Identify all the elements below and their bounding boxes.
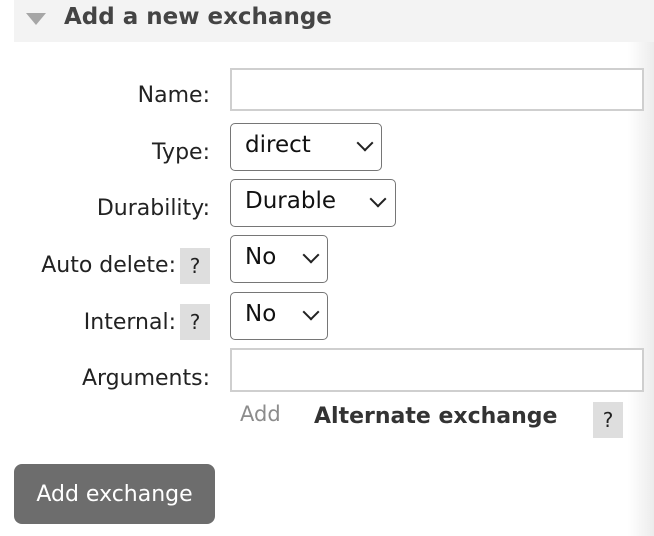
chevron-down-icon xyxy=(369,190,387,208)
durability-select[interactable]: Durable xyxy=(230,179,396,227)
chevron-down-icon xyxy=(356,134,374,152)
auto-delete-label: Auto delete: xyxy=(41,253,176,278)
section-title: Add a new exchange xyxy=(64,4,332,30)
add-exchange-button[interactable]: Add exchange xyxy=(14,464,215,524)
alternate-exchange-help-button[interactable]: ? xyxy=(593,402,623,438)
triangle-down-icon[interactable] xyxy=(26,13,46,25)
name-input[interactable] xyxy=(230,68,644,111)
auto-delete-select-value: No xyxy=(245,244,277,270)
chevron-down-icon xyxy=(302,246,320,264)
alternate-exchange-link[interactable]: Alternate exchange xyxy=(314,404,557,429)
internal-help-button[interactable]: ? xyxy=(180,304,210,340)
internal-select[interactable]: No xyxy=(230,292,328,340)
chevron-down-icon xyxy=(302,303,320,321)
add-exchange-page: Add a new exchange Name: Type: direct Du… xyxy=(0,0,654,536)
auto-delete-help-button[interactable]: ? xyxy=(180,248,210,284)
type-select-value: direct xyxy=(245,132,311,158)
auto-delete-select[interactable]: No xyxy=(230,235,328,283)
internal-label: Internal: xyxy=(83,310,176,335)
add-argument-link[interactable]: Add xyxy=(240,402,281,426)
arguments-input[interactable] xyxy=(230,348,644,392)
internal-select-value: No xyxy=(245,301,277,327)
name-label: Name: xyxy=(137,83,210,108)
arguments-label: Arguments: xyxy=(81,366,210,391)
section-header-add-exchange[interactable]: Add a new exchange xyxy=(14,0,654,42)
type-label: Type: xyxy=(152,140,210,165)
type-select[interactable]: direct xyxy=(230,123,382,171)
durability-select-value: Durable xyxy=(245,188,336,214)
durability-label: Durability: xyxy=(96,196,210,221)
